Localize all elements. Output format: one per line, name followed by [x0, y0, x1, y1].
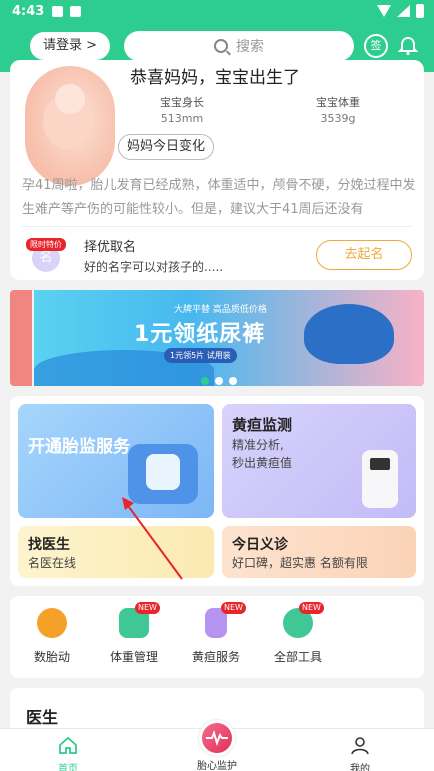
fetal-monitor-device-image: [128, 444, 198, 504]
profile-icon: [351, 737, 369, 755]
jaundice-title: 黄疸监测: [232, 416, 293, 434]
free-clinic-card[interactable]: 今日义诊 好口碑，超实惠 名额有限: [222, 526, 416, 578]
tool-fetal-movement[interactable]: 数胎动: [12, 608, 92, 665]
tool-label: 数胎动: [33, 650, 70, 664]
pregnancy-description[interactable]: 孕41周啦，胎儿发育已经成熟，体重适中，颅骨不硬，分娩过程中发生难产等产伤的可能…: [22, 174, 418, 216]
promo-banner[interactable]: 大牌平替 高品质低价格 1元领纸尿裤 1元领5片 试用装: [10, 290, 424, 386]
baby-weight-value: 3539g: [320, 112, 356, 125]
baby-illustration: [25, 66, 115, 186]
free-clinic-sub: 好口碑，超实惠 名额有限: [232, 556, 368, 570]
promo-tag: 限时特价: [26, 238, 66, 251]
tool-all[interactable]: NEW 全部工具: [258, 602, 338, 665]
congrats-title: 恭喜妈妈，宝宝出生了: [130, 68, 300, 88]
pregnancy-card: 恭喜妈妈，宝宝出生了 宝宝身长 513mm 宝宝体重 3539g 妈妈今日变化 …: [10, 60, 424, 280]
tool-jaundice[interactable]: NEW 黄疸服务: [176, 602, 256, 665]
find-doctor-title: 找医生: [28, 537, 70, 553]
tool-label: 体重管理: [109, 650, 158, 664]
divider: [22, 226, 412, 227]
tool-label: 黄疸服务: [191, 650, 240, 664]
naming-description[interactable]: 好的名字可以对孩子的.....: [84, 258, 223, 275]
grid-tools-icon: NEW: [283, 602, 324, 638]
weight-icon: NEW: [119, 602, 160, 638]
tool-weight[interactable]: NEW 体重管理: [94, 602, 174, 665]
baby-length-value: 513mm: [160, 112, 204, 125]
baby-weight-stat: 宝宝体重 3539g: [316, 94, 360, 125]
banner-prev-slide: [10, 290, 32, 386]
banner-slide: 大牌平替 高品质低价格 1元领纸尿裤 1元领5片 试用装: [34, 290, 424, 386]
tab-home[interactable]: 首页: [28, 735, 108, 771]
baby-length-label: 宝宝身长: [160, 96, 204, 109]
sign-in-icon[interactable]: 签: [364, 34, 388, 58]
services-panel: 开通胎监服务 黄疸监测 精准分析, 秒出黄疸值 找医生 名医在线 今日义诊 好口…: [10, 396, 424, 586]
image-notification-icon: [52, 6, 63, 17]
go-naming-button[interactable]: 去起名: [316, 240, 412, 270]
tools-row: 数胎动 NEW 体重管理 NEW 黄疸服务 NEW 全部工具: [10, 596, 424, 678]
signal-icon: [397, 5, 410, 17]
tab-mine-label: 我的: [350, 764, 370, 771]
search-input[interactable]: 搜索: [124, 31, 354, 61]
wifi-icon: [377, 5, 391, 17]
jaundice-meter-icon: NEW: [205, 602, 246, 638]
banner-headline: 1元领纸尿裤: [134, 322, 266, 347]
tab-fetal-monitor-label[interactable]: 胎心监护: [187, 757, 247, 771]
baby-length-stat: 宝宝身长 513mm: [160, 94, 204, 125]
naming-title[interactable]: 择优取名: [84, 236, 136, 255]
battery-icon: [416, 4, 424, 18]
annotation-arrow: [122, 497, 183, 580]
jaundice-sub2: 秒出黄疸值: [232, 456, 293, 470]
baby-weight-label: 宝宝体重: [316, 96, 360, 109]
heartbeat-icon: [206, 729, 228, 747]
search-icon: [214, 39, 228, 53]
status-bar: 4:43: [0, 0, 434, 24]
banner-subtitle: 大牌平替 高品质低价格: [174, 305, 267, 315]
banner-dot-1[interactable]: [201, 377, 209, 385]
banner-chip: 1元领5片 试用装: [164, 348, 237, 363]
tab-home-label: 首页: [58, 764, 78, 771]
tool-label: 全部工具: [273, 650, 322, 664]
jaundice-service-card[interactable]: 黄疸监测 精准分析, 秒出黄疸值: [222, 404, 416, 518]
banner-dot-2[interactable]: [215, 377, 223, 385]
fetal-monitor-tab-button[interactable]: [199, 720, 235, 756]
jaundice-meter-image: [362, 450, 398, 508]
login-button[interactable]: 请登录 >: [30, 32, 110, 60]
doctor-section-title: 医生: [26, 708, 59, 727]
mama-changes-button[interactable]: 妈妈今日变化: [118, 134, 214, 160]
app-notification-icon: [70, 6, 81, 17]
find-doctor-sub: 名医在线: [28, 556, 77, 570]
stopwatch-icon: [37, 608, 67, 638]
free-clinic-title: 今日义诊: [232, 537, 288, 553]
jaundice-sub1: 精准分析,: [232, 438, 284, 452]
new-badge: NEW: [135, 602, 160, 614]
bell-icon[interactable]: [398, 36, 418, 56]
tab-mine[interactable]: 我的: [320, 735, 400, 771]
search-placeholder: 搜索: [236, 39, 264, 55]
whale-illustration: [304, 304, 394, 364]
status-time: 4:43: [12, 4, 45, 19]
new-badge: NEW: [221, 602, 246, 614]
home-icon: [59, 736, 77, 754]
fetal-service-title: 开通胎监服务: [28, 437, 130, 457]
new-badge: NEW: [299, 602, 324, 614]
banner-dot-3[interactable]: [229, 377, 237, 385]
